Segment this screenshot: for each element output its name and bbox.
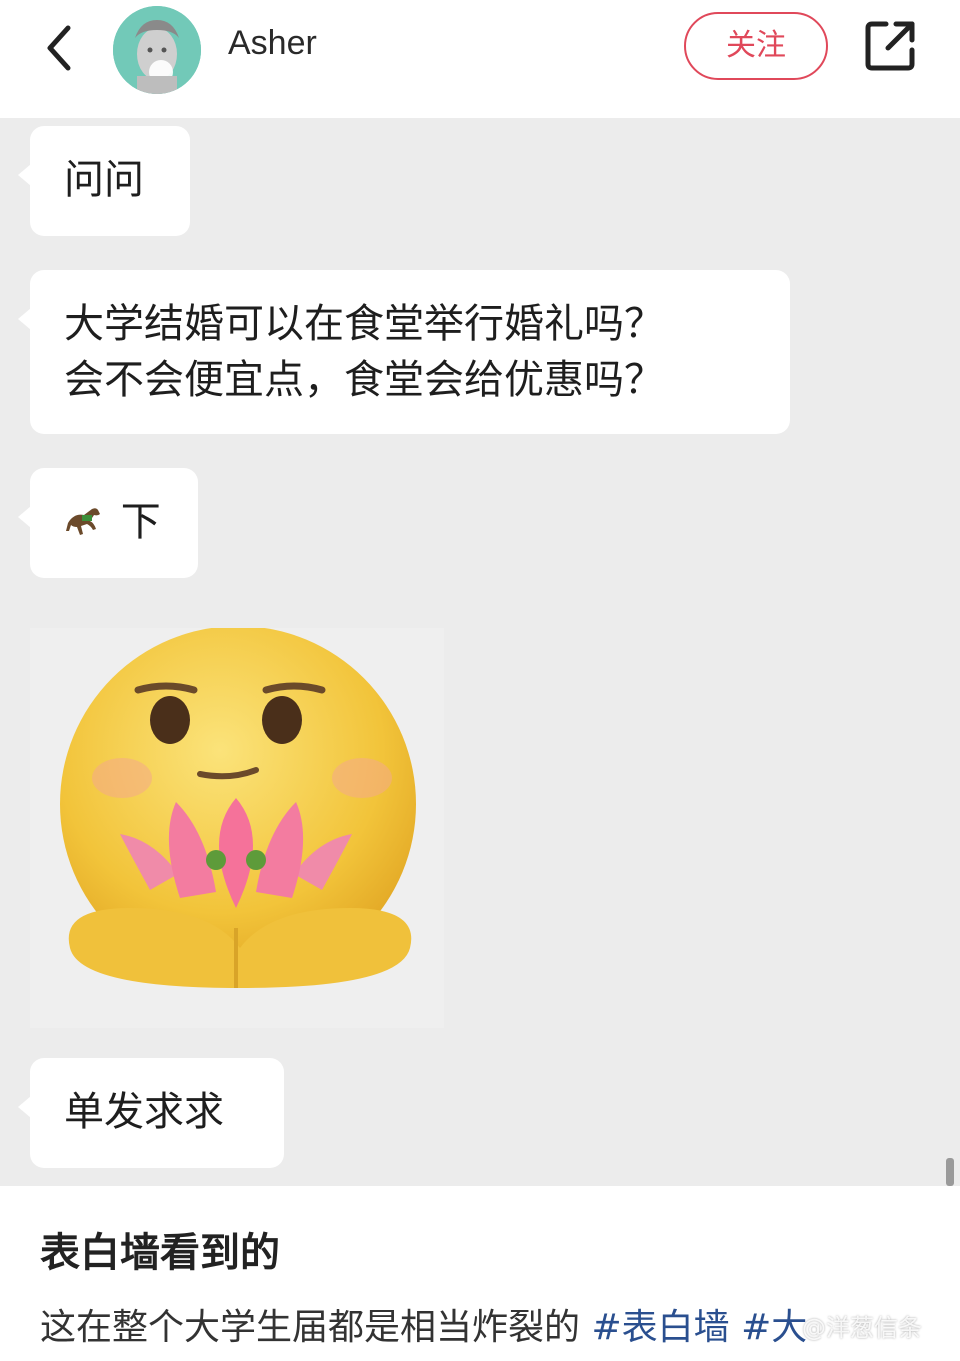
post-body-text: 这在整个大学生届都是相当炸裂的 <box>40 1307 592 1348</box>
share-icon[interactable] <box>862 18 918 74</box>
username[interactable]: Asher <box>228 24 317 63</box>
hashtag-link[interactable]: #大 <box>741 1307 807 1348</box>
post-body: 这在整个大学生届都是相当炸裂的 #表白墙 #大 <box>40 1298 807 1350</box>
message-text: 单发求求 <box>64 1089 224 1135</box>
chat-screenshot: 问问 大学结婚可以在食堂举行婚礼吗？ 会不会便宜点，食堂会给优惠吗？ 下 单发求… <box>0 118 960 1186</box>
message-text: 下 <box>120 499 161 545</box>
message-text-line: 会不会便宜点，食堂会给优惠吗？ <box>64 357 664 403</box>
chat-bubble: 大学结婚可以在食堂举行婚礼吗？ 会不会便宜点，食堂会给优惠吗？ <box>18 270 790 434</box>
avatar[interactable] <box>113 6 201 94</box>
follow-button[interactable]: 关注 <box>684 12 828 80</box>
message-text-line: 大学结婚可以在食堂举行婚礼吗？ <box>64 301 664 347</box>
message-text: 问问 <box>64 157 144 203</box>
chat-bubble: 单发求求 <box>18 1058 284 1168</box>
lotus-smiley-sticker <box>30 626 444 1028</box>
scrollbar[interactable] <box>946 1158 954 1186</box>
horse-emoji-icon <box>64 499 121 545</box>
watermark: @洋葱信条 <box>802 1314 922 1342</box>
post-title: 表白墙看到的 <box>40 1230 280 1276</box>
top-bar: Asher 关注 <box>0 0 960 118</box>
back-icon[interactable] <box>38 22 82 74</box>
chat-bubble: 问问 <box>18 126 190 236</box>
chat-bubble: 下 <box>18 468 198 578</box>
hashtag-link[interactable]: #表白墙 <box>591 1307 729 1348</box>
